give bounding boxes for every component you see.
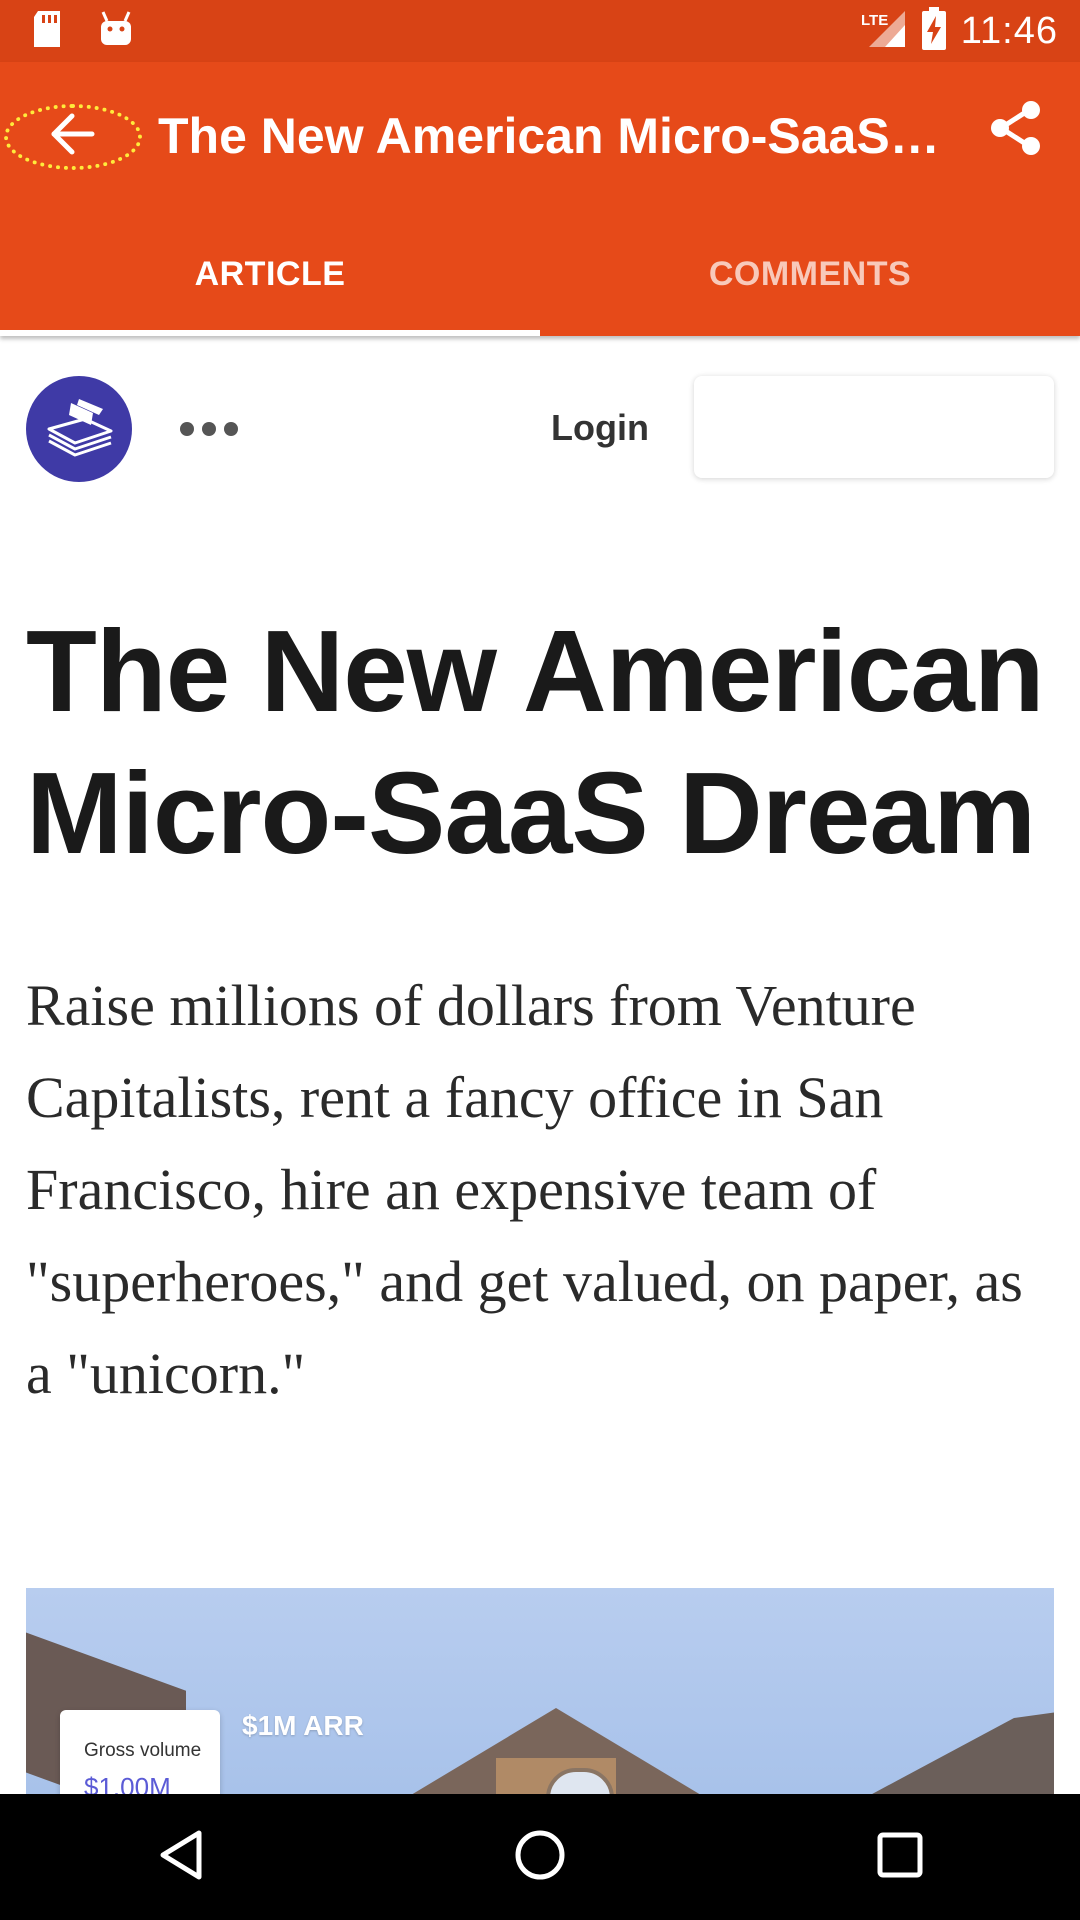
publication-avatar[interactable] (26, 376, 132, 482)
hero-image: Gross volume $1.00M $1M ARR (26, 1588, 1054, 1794)
navigation-bar (0, 1794, 1080, 1920)
gross-volume-card: Gross volume $1.00M (60, 1710, 220, 1794)
header-button[interactable] (694, 376, 1054, 478)
nav-home-button[interactable] (480, 1807, 600, 1907)
status-right: LTE 11:46 (861, 6, 1080, 56)
status-time: 11:46 (960, 9, 1058, 52)
back-button[interactable] (4, 104, 142, 170)
nav-recents-icon (875, 1830, 925, 1885)
back-button-highlight (4, 104, 142, 170)
more-dot (224, 422, 238, 436)
hero-roof (846, 1708, 1054, 1794)
more-dot (202, 422, 216, 436)
lte-signal-icon: LTE (861, 7, 907, 56)
screen: LTE 11:46 The New American Micro-SaaS… A… (0, 0, 1080, 1920)
toolbar-title: The New American Micro-SaaS… (158, 108, 940, 164)
article-subtitle: Raise millions of dollars from Venture C… (26, 973, 1023, 1406)
tab-comments-label: COMMENTS (708, 254, 912, 293)
more-dot (180, 422, 194, 436)
more-horizontal-icon[interactable] (180, 416, 240, 442)
toolbar: The New American Micro-SaaS… (0, 62, 1080, 212)
arr-label: $1M ARR (242, 1710, 364, 1741)
status-left (0, 9, 134, 54)
svg-text:LTE: LTE (861, 12, 888, 29)
share-button[interactable] (984, 98, 1048, 162)
nav-back-button[interactable] (120, 1807, 240, 1907)
nav-home-icon (512, 1827, 568, 1888)
nav-recents-button[interactable] (840, 1807, 960, 1907)
status-bar: LTE 11:46 (0, 0, 1080, 62)
publication-header: Login (0, 336, 1080, 516)
tab-article[interactable]: ARTICLE (0, 212, 540, 336)
publication-logo-icon (41, 397, 117, 462)
gross-volume-value: $1.00M (84, 1772, 171, 1794)
nav-back-icon (155, 1827, 205, 1888)
tab-bar: ARTICLE COMMENTS (0, 212, 1080, 336)
tab-comments[interactable]: COMMENTS (540, 212, 1080, 336)
battery-charging-icon (921, 6, 947, 56)
app-bar: The New American Micro-SaaS… ARTICLE COM… (0, 62, 1080, 336)
article-title: The New American Micro-SaaS Dream (26, 606, 1045, 878)
android-icon (98, 9, 134, 54)
tab-article-label: ARTICLE (194, 254, 346, 293)
gross-volume-label: Gross volume (84, 1740, 202, 1761)
login-link[interactable]: Login (520, 400, 680, 456)
sd-card-icon (30, 9, 64, 54)
share-icon (989, 100, 1043, 161)
